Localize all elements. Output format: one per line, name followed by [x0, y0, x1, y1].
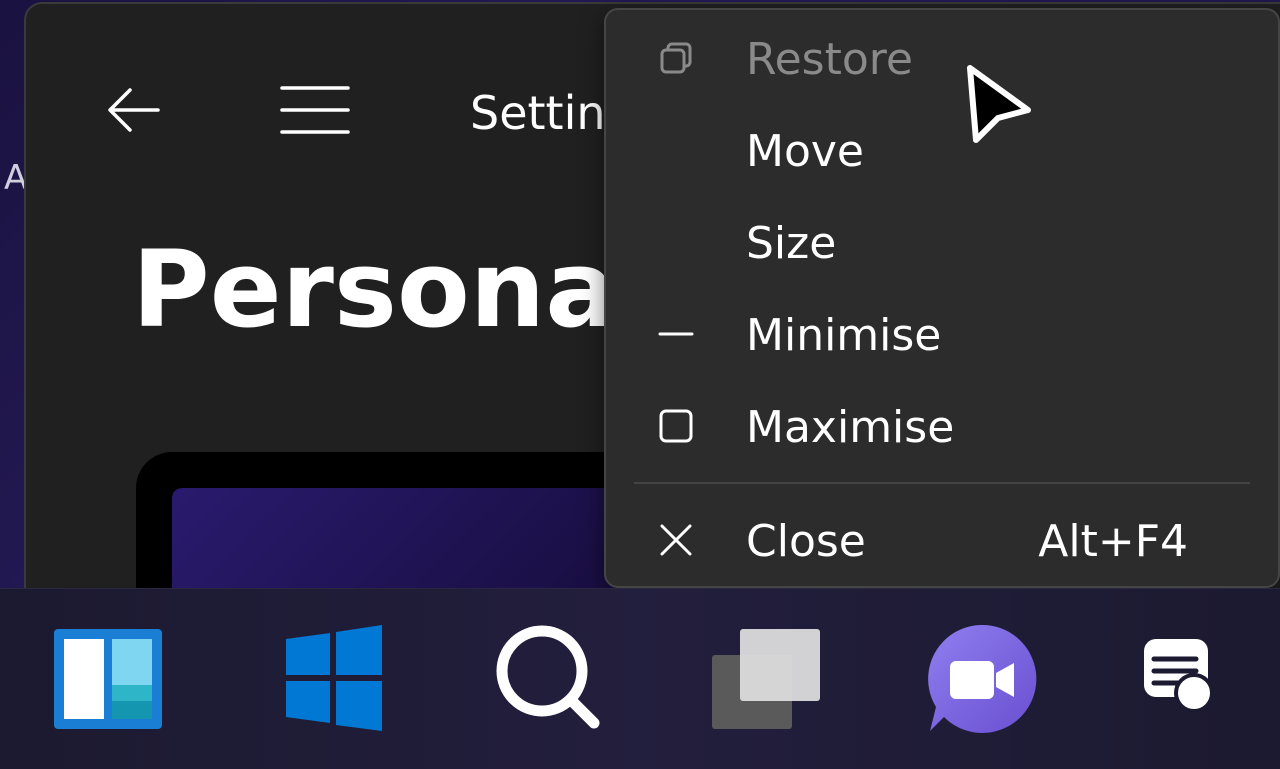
start-button[interactable]	[276, 619, 396, 739]
window-system-menu: Restore Move Size Minimise Maximise Clos…	[604, 8, 1280, 588]
mouse-cursor-icon	[967, 65, 1031, 143]
menu-item-move[interactable]: Move	[606, 108, 1278, 196]
menu-item-maximise[interactable]: Maximise	[606, 384, 1278, 472]
feedback-icon	[1144, 639, 1214, 713]
minimise-icon	[658, 332, 694, 336]
menu-separator	[634, 482, 1250, 484]
restore-icon	[660, 42, 692, 74]
menu-item-label: Move	[746, 126, 864, 177]
menu-item-label: Size	[746, 218, 837, 269]
menu-item-size[interactable]: Size	[606, 200, 1278, 288]
hamburger-icon	[280, 86, 350, 134]
menu-item-label: Restore	[746, 34, 913, 85]
menu-item-label: Minimise	[746, 310, 942, 361]
feedback-button[interactable]	[1134, 619, 1254, 739]
menu-item-minimise[interactable]: Minimise	[606, 292, 1278, 380]
menu-item-close[interactable]: Close Alt+F4	[606, 498, 1278, 586]
navigation-menu-button[interactable]	[280, 78, 350, 142]
teams-chat-button[interactable]	[922, 619, 1042, 739]
task-view-icon	[712, 629, 820, 729]
start-icon	[286, 625, 382, 731]
back-button[interactable]	[102, 78, 166, 142]
widgets-icon	[54, 629, 162, 729]
menu-item-label: Close	[746, 516, 866, 567]
menu-item-label: Maximise	[746, 402, 955, 453]
back-arrow-icon	[108, 88, 160, 132]
menu-item-restore[interactable]: Restore	[606, 16, 1278, 104]
close-icon	[660, 524, 692, 556]
menu-item-shortcut: Alt+F4	[1038, 516, 1188, 567]
teams-chat-icon	[928, 624, 1037, 733]
search-button[interactable]	[490, 619, 610, 739]
widgets-button[interactable]	[48, 619, 168, 739]
maximise-icon	[659, 409, 693, 443]
search-icon	[496, 625, 600, 729]
taskbar	[0, 588, 1280, 769]
task-view-button[interactable]	[706, 619, 826, 739]
page-title: Personal	[132, 228, 654, 351]
window-title: Settin	[470, 86, 606, 140]
